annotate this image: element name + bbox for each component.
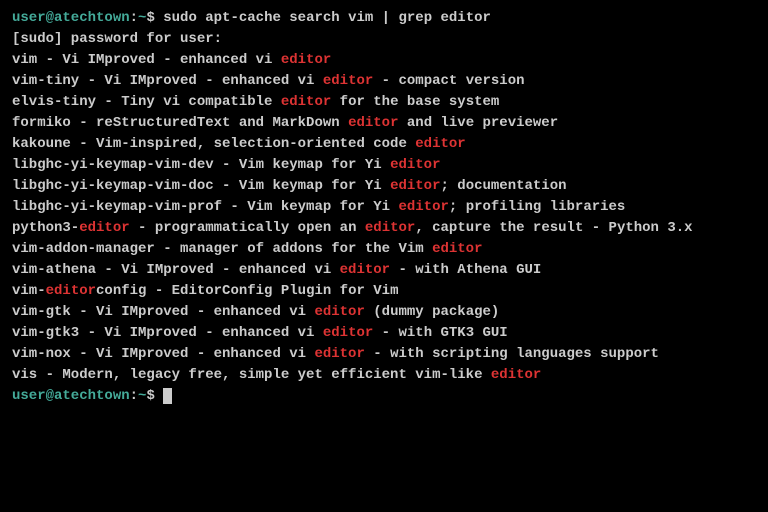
output-line: vim-editorconfig - EditorConfig Plugin f… [12, 281, 756, 302]
next-prompt-line[interactable]: user@atechtown:~$ [12, 386, 756, 407]
prompt-user: user@atechtown [12, 388, 130, 404]
output-line: vim-nox - Vi IMproved - enhanced vi edit… [12, 344, 756, 365]
output-lines: vim - Vi IMproved - enhanced vi editorvi… [12, 50, 756, 386]
output-line: vim-gtk - Vi IMproved - enhanced vi edit… [12, 302, 756, 323]
output-line: vim-tiny - Vi IMproved - enhanced vi edi… [12, 71, 756, 92]
output-line: libghc-yi-keymap-vim-prof - Vim keymap f… [12, 197, 756, 218]
output-line: vim-addon-manager - manager of addons fo… [12, 239, 756, 260]
command-text: sudo apt-cache search vim | grep editor [163, 10, 491, 26]
output-line: vim-athena - Vi IMproved - enhanced vi e… [12, 260, 756, 281]
prompt-sep: : [130, 10, 138, 26]
output-line: python3-editor - programmatically open a… [12, 218, 756, 239]
output-line: elvis-tiny - Tiny vi compatible editor f… [12, 92, 756, 113]
cursor-icon [163, 388, 172, 404]
prompt-dollar: $ [146, 10, 163, 26]
prompt-dollar: $ [146, 388, 163, 404]
output-line: vis - Modern, legacy free, simple yet ef… [12, 365, 756, 386]
output-line: kakoune - Vim-inspired, selection-orient… [12, 134, 756, 155]
prompt-user: user@atechtown [12, 10, 130, 26]
output-line: formiko - reStructuredText and MarkDown … [12, 113, 756, 134]
output-line: vim-gtk3 - Vi IMproved - enhanced vi edi… [12, 323, 756, 344]
output-line: vim - Vi IMproved - enhanced vi editor [12, 50, 756, 71]
command-line: user@atechtown:~$ sudo apt-cache search … [12, 8, 756, 29]
sudo-prompt: [sudo] password for user: [12, 29, 756, 50]
output-line: libghc-yi-keymap-vim-dev - Vim keymap fo… [12, 155, 756, 176]
output-line: libghc-yi-keymap-vim-doc - Vim keymap fo… [12, 176, 756, 197]
prompt-sep: : [130, 388, 138, 404]
